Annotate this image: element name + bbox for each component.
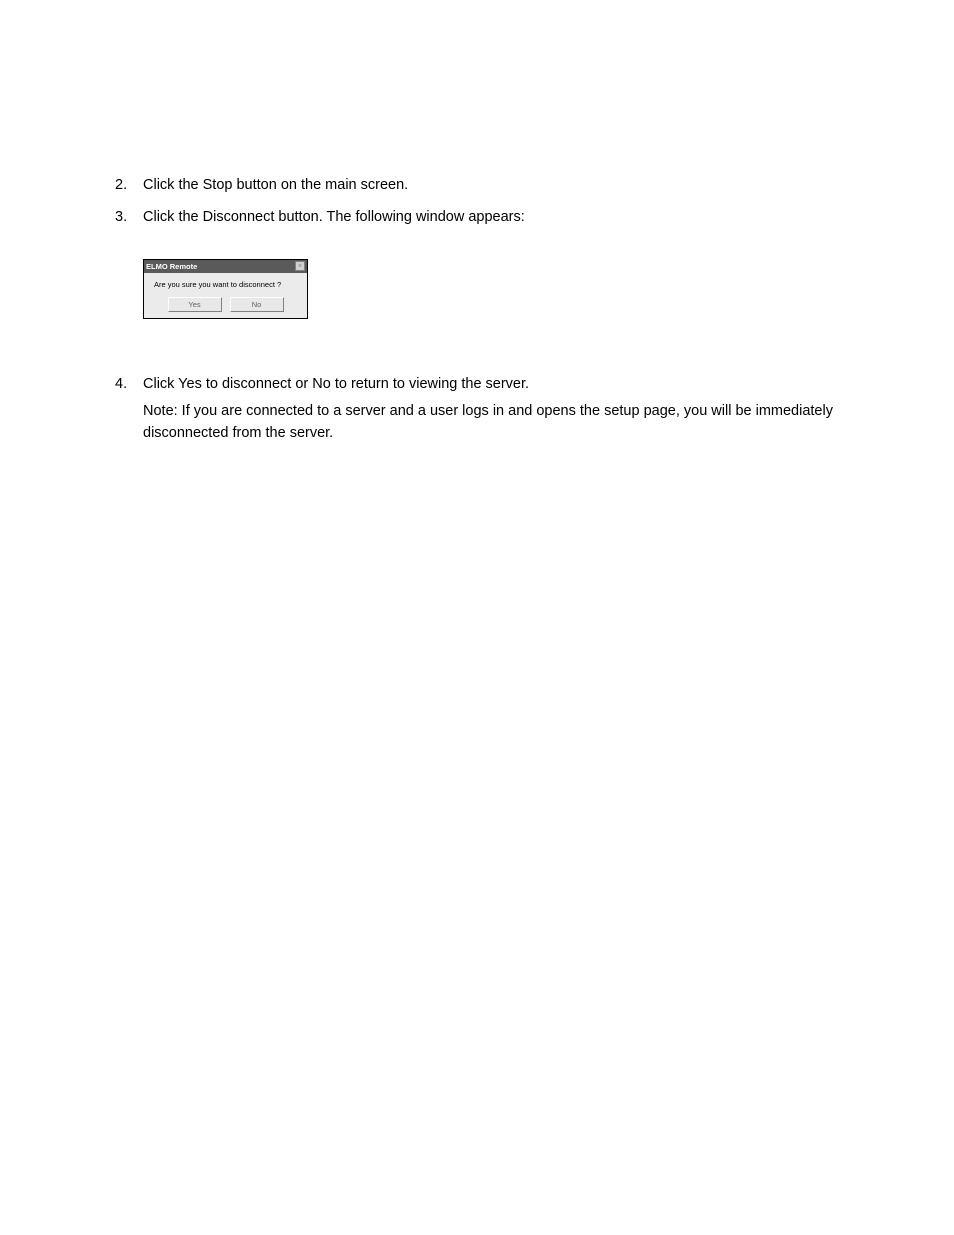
- step-4: 4. Click Yes to disconnect or No to retu…: [115, 374, 879, 445]
- step-text: Click Yes to disconnect or No to return …: [143, 374, 879, 396]
- step-text: Click the Stop button on the main screen…: [143, 175, 879, 197]
- dialog-titlebar: ELMO Remote ×: [144, 260, 307, 273]
- dialog-screenshot: ELMO Remote × Are you sure you want to d…: [143, 259, 879, 319]
- close-icon[interactable]: ×: [295, 261, 305, 271]
- step-number: 3.: [115, 207, 143, 229]
- yes-button[interactable]: Yes: [168, 297, 222, 312]
- step-2: 2. Click the Stop button on the main scr…: [115, 175, 879, 197]
- dialog-button-row: Yes No: [150, 297, 301, 312]
- dialog-title: ELMO Remote: [146, 262, 197, 271]
- step-3: 3. Click the Disconnect button. The foll…: [115, 207, 879, 229]
- step-text: Click the Disconnect button. The followi…: [143, 207, 879, 229]
- step-number: 2.: [115, 175, 143, 197]
- step-number: 4.: [115, 374, 143, 445]
- dialog-message: Are you sure you want to disconnect ?: [150, 280, 301, 289]
- dialog-body: Are you sure you want to disconnect ? Ye…: [144, 273, 307, 318]
- elmo-remote-dialog: ELMO Remote × Are you sure you want to d…: [143, 259, 308, 319]
- step-body: Click Yes to disconnect or No to return …: [143, 374, 879, 445]
- step-note: Note: If you are connected to a server a…: [143, 401, 879, 445]
- no-button[interactable]: No: [230, 297, 284, 312]
